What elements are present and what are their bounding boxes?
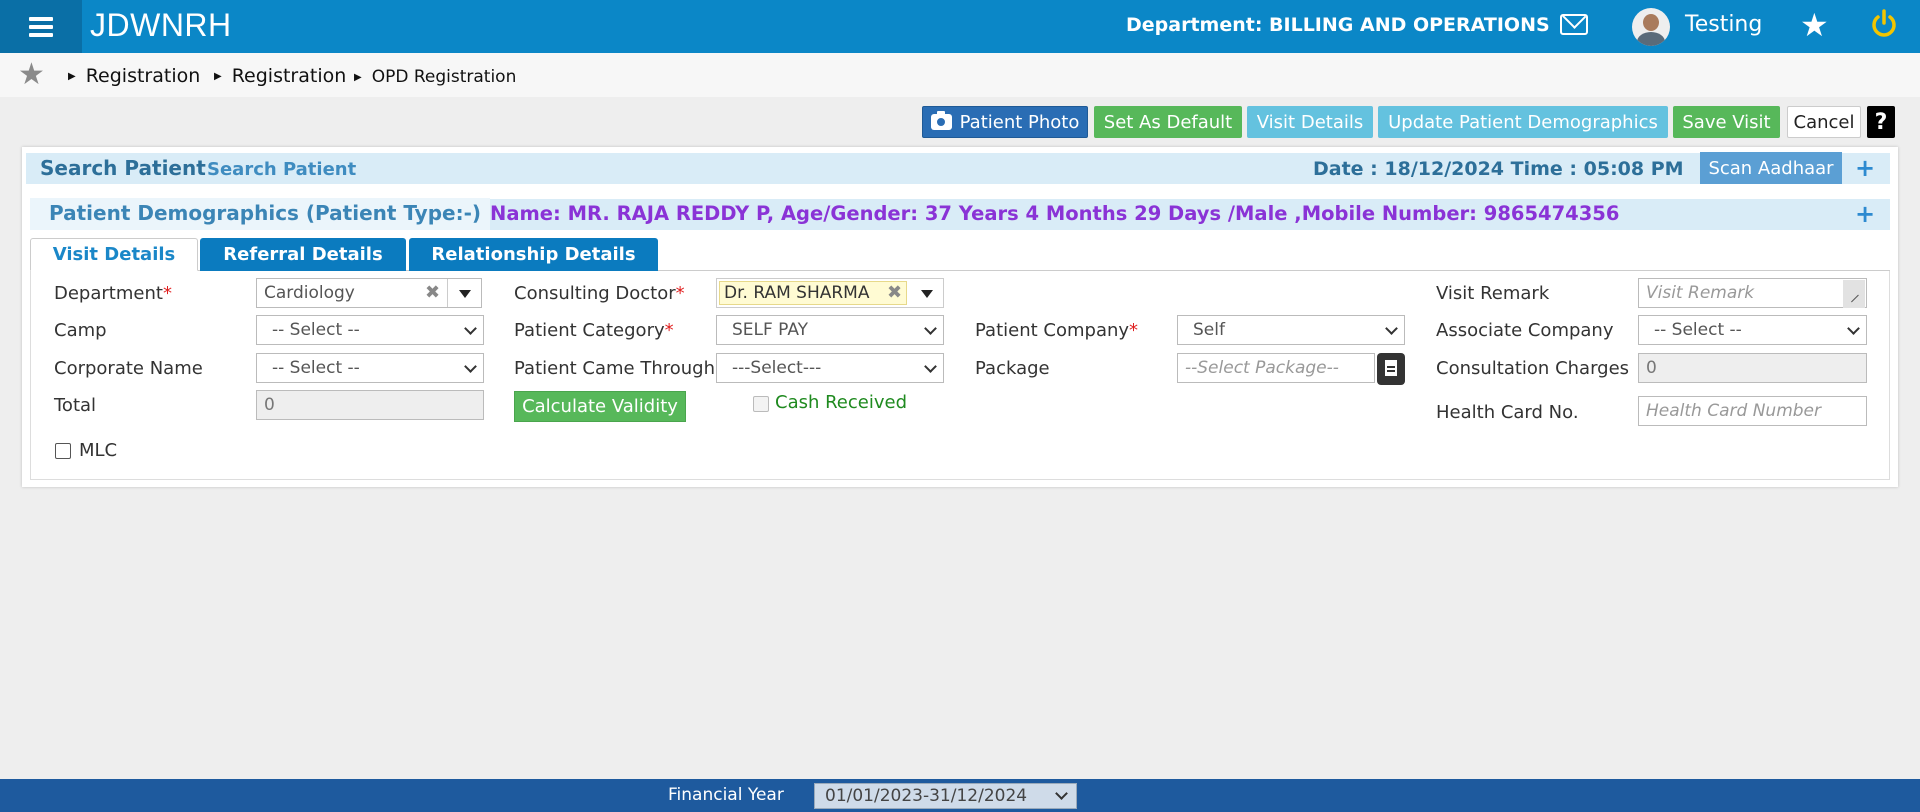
department-select[interactable]: Cardiology ✖	[256, 278, 482, 308]
scan-aadhaar-button[interactable]: Scan Aadhaar	[1700, 152, 1842, 184]
associate-company-label: Associate Company	[1436, 320, 1614, 341]
consulting-doctor-label: Consulting Doctor*	[514, 283, 685, 304]
breadcrumb-current: ▶ OPD Registration	[354, 67, 517, 87]
search-patient-subtitle[interactable]: Search Patient	[207, 159, 356, 180]
save-visit-button[interactable]: Save Visit	[1673, 106, 1780, 138]
consultation-charges-field: 0	[1638, 353, 1867, 383]
cancel-button[interactable]: Cancel	[1787, 106, 1861, 138]
financial-year-select[interactable]: 01/01/2023-31/12/2024	[814, 783, 1077, 809]
patient-category-select[interactable]: SELF PAY	[716, 315, 944, 345]
chevron-down-icon	[464, 322, 477, 335]
tab-relationship-details[interactable]: Relationship Details	[409, 238, 658, 271]
consulting-doctor-select[interactable]: Dr. RAM SHARMA ✖	[716, 278, 944, 308]
user-avatar[interactable]	[1632, 8, 1670, 46]
chevron-down-icon	[1385, 322, 1398, 335]
package-input[interactable]: --Select Package--	[1177, 353, 1375, 383]
mlc-checkbox[interactable]	[55, 443, 71, 459]
bookmark-star-icon[interactable]: ★	[18, 57, 45, 92]
clear-icon[interactable]: ✖	[887, 282, 902, 303]
health-card-input[interactable]: Health Card Number	[1638, 396, 1867, 426]
chevron-down-icon	[1055, 787, 1068, 800]
camp-select[interactable]: -- Select --	[256, 315, 484, 345]
resize-handle-icon[interactable]	[1843, 280, 1865, 308]
breadcrumb: ★ ▶ Registration ▶ Registration ▶ OPD Regis…	[0, 53, 1920, 97]
patient-company-select[interactable]: Self	[1177, 315, 1405, 345]
total-field: 0	[256, 390, 484, 420]
update-demographics-button[interactable]: Update Patient Demographics	[1378, 106, 1668, 138]
top-bar: JDWNRH Department: BILLING AND OPERATION…	[0, 0, 1920, 53]
patient-came-through-label: Patient Came Through	[514, 358, 715, 379]
chevron-down-icon	[924, 322, 937, 335]
department-label: Department: BILLING AND OPERATIONS	[1126, 14, 1550, 36]
tab-visit-details[interactable]: Visit Details	[30, 238, 198, 271]
package-list-icon[interactable]	[1377, 353, 1405, 385]
help-button[interactable]: ?	[1867, 106, 1895, 138]
cash-received-label: Cash Received	[775, 392, 908, 413]
package-label: Package	[975, 358, 1050, 379]
clear-icon[interactable]: ✖	[425, 282, 440, 303]
patient-came-through-select[interactable]: ---Select---	[716, 353, 944, 383]
chevron-down-icon	[924, 360, 937, 373]
date-time: Date : 18/12/2024 Time : 05:08 PM	[1313, 158, 1684, 180]
camp-label: Camp	[54, 320, 107, 341]
dropdown-arrow-icon[interactable]	[921, 290, 933, 298]
search-patient-title: Search Patient	[40, 156, 206, 180]
calculate-validity-button[interactable]: Calculate Validity	[514, 391, 686, 422]
chevron-down-icon	[464, 360, 477, 373]
health-card-label: Health Card No.	[1436, 402, 1579, 423]
associate-company-select[interactable]: -- Select --	[1638, 315, 1867, 345]
corporate-name-label: Corporate Name	[54, 358, 203, 379]
menu-button[interactable]	[0, 0, 82, 53]
camera-icon	[930, 111, 952, 130]
patient-company-label: Patient Company*	[975, 320, 1139, 341]
expand-demographics-icon[interactable]: +	[1855, 200, 1875, 228]
patient-photo-button[interactable]: Patient Photo	[922, 106, 1088, 138]
favorite-star-icon[interactable]: ★	[1800, 6, 1829, 44]
expand-search-icon[interactable]: +	[1855, 154, 1875, 182]
power-icon[interactable]	[1870, 8, 1898, 40]
consultation-charges-label: Consultation Charges	[1436, 358, 1630, 379]
mlc-label: MLC	[79, 440, 118, 461]
breadcrumb-item[interactable]: ▶ Registration	[68, 65, 200, 87]
app-brand: JDWNRH	[90, 7, 232, 43]
financial-year-label: Financial Year	[668, 785, 784, 805]
visit-remark-input[interactable]: Visit Remark	[1638, 278, 1867, 308]
corporate-name-select[interactable]: -- Select --	[256, 353, 484, 383]
cash-received-checkbox[interactable]	[753, 396, 769, 412]
tab-referral-details[interactable]: Referral Details	[200, 238, 406, 271]
visit-details-button[interactable]: Visit Details	[1247, 106, 1373, 138]
set-as-default-button[interactable]: Set As Default	[1094, 106, 1242, 138]
department-label: Department*	[54, 283, 172, 304]
visit-remark-label: Visit Remark	[1436, 283, 1550, 304]
mail-icon[interactable]	[1560, 14, 1588, 35]
demographics-title[interactable]: Patient Demographics (Patient Type:-)	[30, 198, 490, 230]
dropdown-arrow-icon[interactable]	[459, 290, 471, 298]
patient-info: Name: MR. RAJA REDDY P, Age/Gender: 37 Y…	[490, 202, 1620, 225]
breadcrumb-item[interactable]: ▶ Registration	[214, 65, 346, 87]
patient-category-label: Patient Category*	[514, 320, 674, 341]
chevron-down-icon	[1847, 322, 1860, 335]
total-label: Total	[54, 395, 97, 416]
menu-icon	[29, 16, 53, 37]
username[interactable]: Testing	[1685, 12, 1762, 37]
